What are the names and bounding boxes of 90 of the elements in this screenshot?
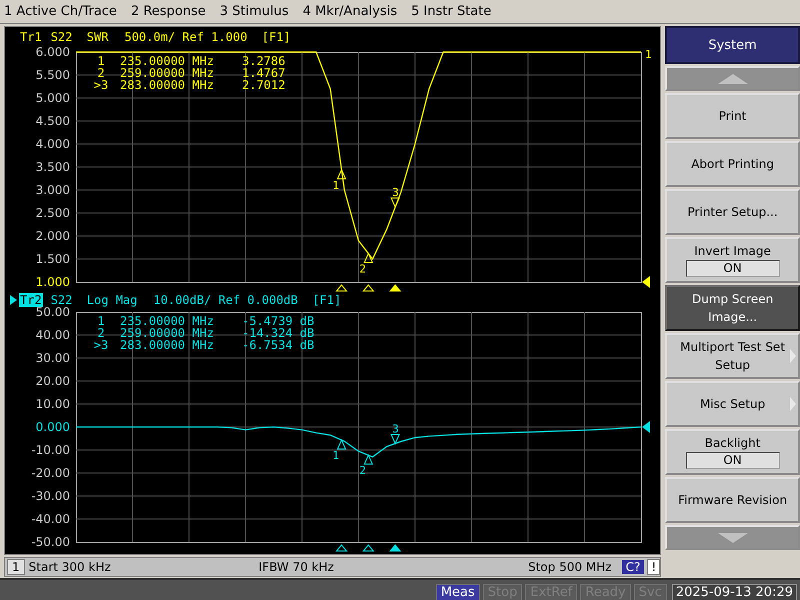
stop-frequency: Stop 500 MHz	[528, 560, 612, 574]
if-bandwidth: IFBW 70 kHz	[258, 560, 335, 574]
table-cell-text: 259.00000 MHz	[120, 67, 215, 79]
softkey-button[interactable]: Firmware Revision	[665, 477, 800, 523]
table-cell-text: 2	[96, 67, 106, 79]
table-cell-text: >3	[92, 339, 110, 351]
series-name: S22 SWR	[50, 30, 108, 44]
softkey-button[interactable]: Abort Printing	[665, 141, 800, 187]
axis-label: 2.500	[36, 206, 71, 220]
table-cell-text: 2	[96, 327, 106, 339]
axis-label: -20.00	[31, 466, 71, 480]
axis-label: 10.00	[36, 397, 71, 411]
axis-label: -10.00	[31, 443, 71, 457]
toggle-label: Invert Image	[694, 244, 771, 258]
scroll-button[interactable]	[665, 66, 800, 91]
axis-label: 1.500	[36, 252, 71, 266]
table-cell-text: 283.00000 MHz	[120, 339, 215, 351]
axis-label: 5.500	[36, 68, 71, 82]
table-cell-text: 1	[96, 315, 106, 327]
marker-triangle-icon	[390, 434, 400, 445]
table-cell-text: 235.00000 MHz	[120, 315, 215, 327]
marker-number: 3	[392, 422, 399, 436]
marker-triangle-icon	[364, 252, 374, 263]
menu-title: System	[665, 26, 800, 64]
date-time: 2025-09-13 20:29	[672, 584, 797, 600]
axis-label: 3.000	[36, 183, 71, 197]
warning-indicator: !	[647, 559, 660, 575]
marker-number: 2	[359, 262, 366, 276]
trace-tab[interactable]: Tr1	[19, 30, 43, 44]
toggle-value: ON	[686, 452, 780, 468]
marker-triangle-icon	[336, 438, 346, 450]
marker-triangle-icon	[364, 454, 374, 465]
scroll-button[interactable]	[665, 525, 800, 550]
correction-indicator: C?	[622, 560, 644, 574]
table-cell: 1.4767	[242, 67, 286, 79]
toggle-softkey[interactable]: Backlight ON	[665, 429, 800, 475]
channel-number[interactable]: 1	[7, 559, 25, 575]
table-cell: -5.4739 dB	[242, 315, 314, 327]
menu-item[interactable]: 4 Mkr/Analysis	[302, 4, 398, 19]
axis-label: -30.00	[31, 489, 71, 503]
marker-number: 2	[359, 464, 366, 478]
menu-item[interactable]: 2 Response	[130, 4, 206, 19]
table-cell: -14.324 dB	[242, 327, 314, 339]
table-cell: 3.2786	[242, 55, 286, 67]
axis-label: 4.000	[36, 137, 71, 151]
softkey-button[interactable]: Dump Screen Image...	[665, 285, 800, 331]
axis-label: 6.000	[36, 45, 71, 59]
axis-label: 20.00	[36, 374, 71, 388]
axis-label: 5.000	[36, 91, 71, 105]
marker-triangle-icon	[336, 168, 346, 180]
axis-label: -40.00	[31, 512, 71, 526]
toggle-label: Backlight	[704, 436, 760, 450]
toggle-value: ON	[686, 260, 780, 276]
marker-number: 1	[332, 178, 340, 192]
status-indicator: Meas	[436, 584, 480, 600]
axis-label: 2.000	[36, 229, 71, 243]
axis-label: 50.00	[36, 305, 71, 319]
softkey-button[interactable]: Printer Setup...	[665, 189, 800, 235]
axis-label: 30.00	[36, 351, 71, 365]
axis-label: 0.000	[36, 420, 71, 434]
menu-item[interactable]: 3 Stimulus	[220, 4, 289, 19]
menu-item[interactable]: 1 Active Ch/Trace	[4, 4, 117, 19]
edge-label: 1	[645, 48, 652, 61]
axis-label: 40.00	[36, 328, 71, 342]
table-cell: -6.7534 dB	[242, 339, 314, 351]
softkey-button[interactable]: Print	[665, 93, 800, 139]
softkey-button[interactable]: Misc Setup	[665, 381, 800, 427]
axis-label: 4.500	[36, 114, 71, 128]
table-cell: 2.7012	[242, 79, 286, 91]
start-frequency: Start 300 kHz	[28, 560, 112, 574]
down-arrow-icon	[718, 532, 748, 542]
axis-label: 1.000	[36, 275, 71, 289]
table-cell-text: 283.00000 MHz	[120, 79, 215, 91]
series-name: S22 Log Mag	[50, 293, 138, 307]
menu-item[interactable]: 5 Instr State	[411, 4, 492, 19]
toggle-softkey[interactable]: Invert Image ON	[665, 237, 800, 283]
table-cell-text: 259.00000 MHz	[120, 327, 215, 339]
axis-label: 3.500	[36, 160, 71, 174]
trace-scale: 500.0m/ Ref 1.000 [F1]	[124, 30, 291, 44]
marker-triangle-icon	[390, 198, 400, 208]
trace-scale: 10.00dB/ Ref 0.000dB [F1]	[153, 293, 342, 307]
trace-tab[interactable]: Tr2	[19, 293, 43, 307]
softkey-button[interactable]: Multiport Test Set Setup	[665, 333, 800, 379]
table-cell-text: >3	[92, 79, 110, 91]
table-cell-text: 235.00000 MHz	[120, 55, 215, 67]
marker-number: 1	[332, 449, 340, 462]
table-cell-text: 1	[96, 55, 106, 67]
axis-label: -50.00	[31, 535, 71, 549]
marker-number: 3	[392, 186, 399, 200]
up-arrow-icon	[718, 74, 748, 84]
